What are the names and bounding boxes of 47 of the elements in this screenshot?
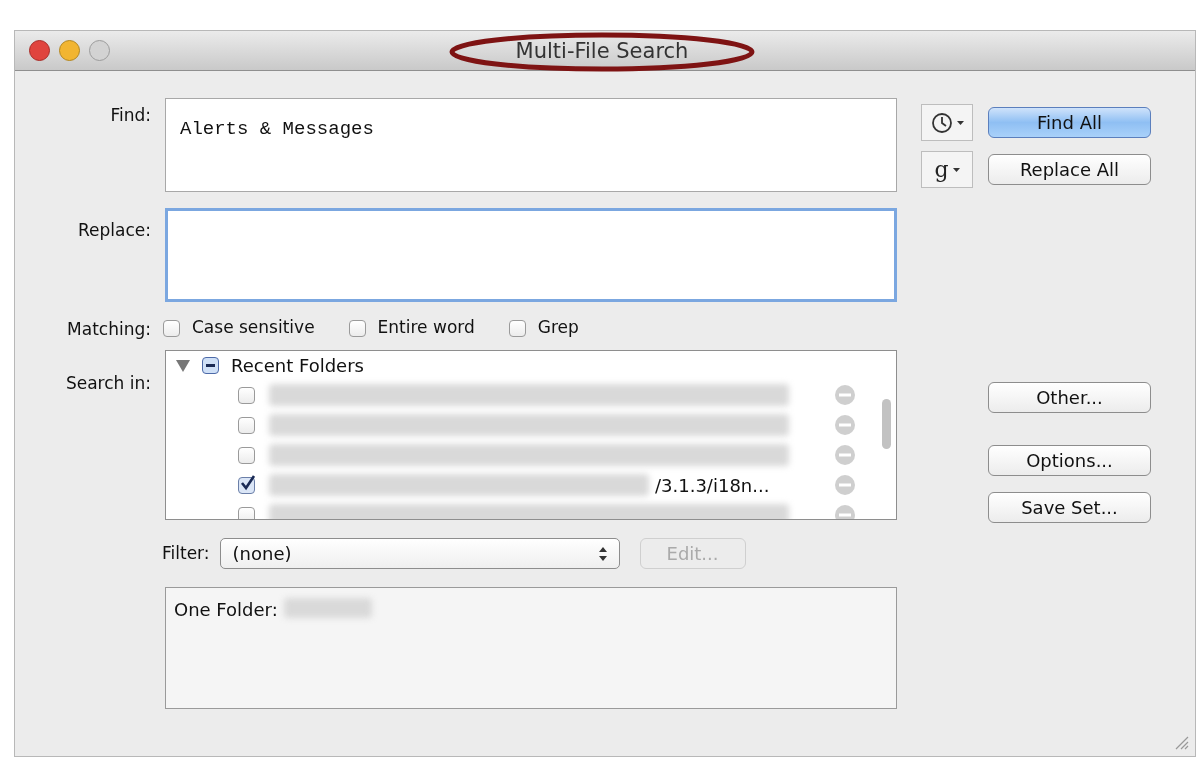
checkbox[interactable] <box>238 506 255 519</box>
checkbox[interactable] <box>202 357 219 374</box>
checkbox[interactable] <box>238 416 255 434</box>
replace-field[interactable] <box>165 208 897 302</box>
summary-label: One Folder: <box>174 598 278 622</box>
checkbox[interactable] <box>508 319 526 337</box>
updown-arrows-icon <box>598 546 607 561</box>
caret-icon <box>952 167 960 172</box>
find-field[interactable]: Alerts & Messages <box>165 98 897 192</box>
field-label: Replace: <box>78 218 151 242</box>
remove-icon[interactable] <box>835 385 855 405</box>
caret-icon <box>956 120 964 125</box>
button[interactable]: Options... <box>988 445 1151 476</box>
button[interactable]: Save Set... <box>988 492 1151 523</box>
filter-dropdown[interactable]: (none) <box>219 538 620 569</box>
minimize-button[interactable] <box>59 40 80 61</box>
remove-icon[interactable] <box>835 475 855 495</box>
button[interactable]: Find All <box>988 107 1151 138</box>
checkbox[interactable] <box>348 319 366 337</box>
checkmark-icon <box>240 474 256 491</box>
button[interactable]: Replace All <box>988 154 1151 185</box>
scrollbar-thumb[interactable] <box>882 399 891 449</box>
remove-icon[interactable] <box>835 505 855 519</box>
checkbox-label: Grep <box>537 316 579 340</box>
disclosure-triangle-icon[interactable] <box>176 359 190 372</box>
folder-path: /3.1.3/i18n... <box>655 473 770 498</box>
zoom-button[interactable] <box>89 40 110 61</box>
field-label: Matching: <box>67 318 151 341</box>
field-label: Find: <box>110 104 151 127</box>
checkbox-label: Entire word <box>377 316 475 340</box>
checkbox[interactable] <box>163 319 180 337</box>
remove-icon[interactable] <box>835 445 855 465</box>
clock-icon <box>930 111 953 134</box>
menu-button[interactable]: g <box>921 151 973 188</box>
checkbox[interactable] <box>238 476 255 494</box>
field-label: Search in: <box>65 371 151 395</box>
menu-button[interactable] <box>921 104 973 141</box>
window-title: Multi-File Search <box>515 38 689 66</box>
checkbox-label: Case sensitive <box>192 316 315 340</box>
remove-icon[interactable] <box>835 415 855 435</box>
button[interactable]: Other... <box>988 382 1151 413</box>
resize-grip-icon[interactable] <box>1173 734 1189 750</box>
field-label: Filter: <box>162 541 210 565</box>
group-label: Recent Folders <box>231 354 364 378</box>
checkbox[interactable] <box>238 386 255 404</box>
close-button[interactable] <box>29 40 50 61</box>
checkbox[interactable] <box>238 446 255 464</box>
